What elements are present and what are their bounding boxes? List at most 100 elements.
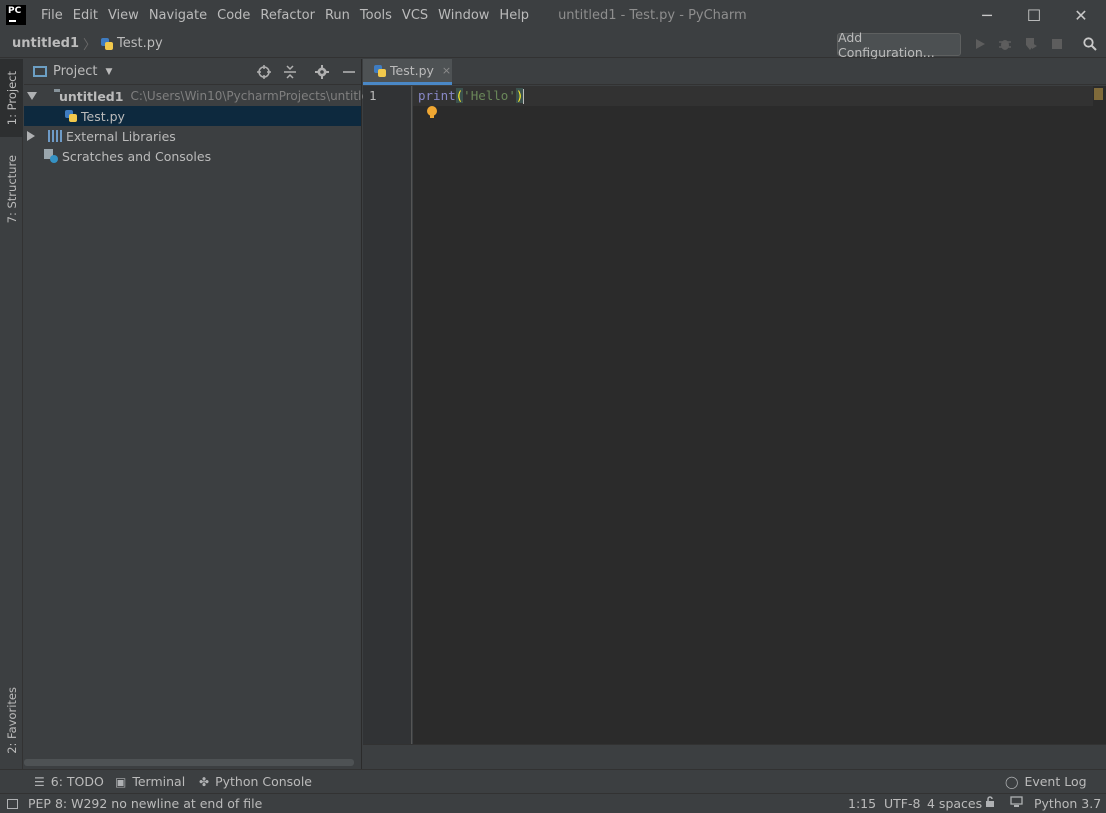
status-message[interactable]: PEP 8: W292 no newline at end of file [7,796,262,811]
menu-code[interactable]: Code [212,8,255,23]
tree-item-external-libraries[interactable]: External Libraries [24,126,361,146]
editor-tab-label: Test.py [390,63,434,78]
editor-tab-test-py[interactable]: Test.py × [363,59,452,85]
indent-setting[interactable]: 4 spaces [927,796,982,811]
gear-icon[interactable] [314,64,330,80]
tool-windows-toggle-icon[interactable] [7,798,18,809]
python-console-label: Python Console [215,774,312,789]
editor-gutter: 1 [363,86,412,744]
code-editor[interactable]: print('Hello') [413,86,1106,744]
text-cursor [523,89,525,104]
list-icon: ☰ [34,774,45,789]
code-string: 'Hello' [463,88,516,103]
stop-icon[interactable] [1049,36,1065,52]
tree-item-scratches[interactable]: Scratches and Consoles [24,146,361,166]
tree-item-label: untitled1 [59,88,124,104]
code-line[interactable]: print('Hello') [418,88,525,104]
editor-tab-bar: Test.py × [363,59,1106,85]
lightbulb-icon[interactable] [427,106,437,119]
editor-bottom-area [363,744,1106,769]
tool-tab-favorites[interactable]: 2: Favorites [0,679,23,761]
code-function: print [418,88,456,103]
menu-window[interactable]: Window [433,8,494,23]
add-configuration-button[interactable]: Add Configuration... [837,30,961,60]
event-log-icon: ◯ [1005,774,1019,789]
lock-icon[interactable] [984,796,996,808]
interpreter-icon[interactable] [1010,796,1023,808]
breadcrumb-project[interactable]: untitled1 [12,36,79,51]
tool-tab-favorites-label: 2: Favorites [4,686,19,754]
tool-window-bar: ☰ 6: TODO ▣ Terminal ✤ Python Console ◯ … [0,769,1106,793]
run-icon[interactable] [972,36,988,52]
main-menu: File Edit View Navigate Code Refactor Ru… [36,0,534,30]
expand-arrow-icon[interactable] [27,92,37,100]
tool-tab-structure-label: 7: Structure [4,154,19,224]
debug-icon[interactable] [997,36,1013,52]
terminal-label: Terminal [132,774,186,789]
scratches-icon [44,149,58,163]
menu-help[interactable]: Help [494,8,534,23]
event-log-tool-button[interactable]: ◯ Event Log [1005,774,1087,789]
python-interpreter[interactable]: Python 3.7 [1034,796,1101,811]
left-tool-strip: 1: Project 7: Structure 2: Favorites [0,59,23,769]
python-file-icon [373,64,387,78]
logo-text: PC [8,6,22,16]
minimize-button[interactable]: ─ [964,0,1010,30]
locate-icon[interactable] [256,64,272,80]
chevron-down-icon[interactable]: ▼ [105,67,112,77]
status-bar: PEP 8: W292 no newline at end of file 1:… [0,793,1106,813]
tool-tab-structure[interactable]: 7: Structure [0,149,23,229]
python-console-tool-button[interactable]: ✤ Python Console [199,774,312,789]
tree-item-project-root[interactable]: untitled1 C:\Users\Win10\PycharmProjects… [24,86,384,106]
event-log-label: Event Log [1024,774,1087,789]
horizontal-scrollbar[interactable] [24,759,354,766]
project-view-icon [33,66,47,77]
tree-item-label: External Libraries [66,128,176,144]
navigation-bar: untitled1 〉 Test.py Add Configuration... [0,30,1106,60]
pycharm-logo-icon: PC [6,5,26,25]
menu-navigate[interactable]: Navigate [144,8,212,23]
status-message-text: PEP 8: W292 no newline at end of file [28,796,263,811]
hide-icon[interactable] [341,64,357,80]
tree-item-label: Scratches and Consoles [62,148,212,164]
python-file-icon [64,109,78,123]
caret-position[interactable]: 1:15 [848,796,876,811]
menu-refactor[interactable]: Refactor [255,8,320,23]
todo-label: 6: TODO [50,774,104,789]
tool-tab-project[interactable]: 1: Project [0,59,23,137]
python-icon: ✤ [199,774,210,789]
collapse-all-icon[interactable] [282,64,298,80]
menu-edit[interactable]: Edit [68,8,103,23]
inspection-marker-icon[interactable] [1094,88,1103,100]
code-close-paren: ) [515,88,524,103]
breadcrumb-file[interactable]: Test.py [117,36,163,51]
menu-view[interactable]: View [103,8,144,23]
breadcrumb-separator: 〉 [83,38,97,53]
title-bar: PC File Edit View Navigate Code Refactor… [0,0,1106,30]
file-encoding[interactable]: UTF-8 [884,796,920,811]
terminal-tool-button[interactable]: ▣ Terminal [115,774,185,789]
tree-item-label: Test.py [81,108,125,124]
coverage-icon[interactable] [1023,36,1039,52]
menu-file[interactable]: File [36,8,68,23]
todo-tool-button[interactable]: ☰ 6: TODO [34,774,104,789]
line-number: 1 [369,88,377,103]
library-icon [48,130,62,142]
project-panel-header: Project ▼ [24,59,361,85]
project-tool-window: Project ▼ untitled1 C:\Users\Win10\Pycha… [24,59,384,769]
window-title: untitled1 - Test.py - PyCharm [558,7,747,23]
search-icon[interactable] [1082,36,1098,52]
close-window-button[interactable]: ✕ [1058,0,1104,30]
menu-run[interactable]: Run [320,8,355,23]
menu-tools[interactable]: Tools [355,8,397,23]
close-tab-icon[interactable]: × [442,64,451,77]
menu-vcs[interactable]: VCS [397,8,433,23]
tree-item-test-py[interactable]: Test.py [24,106,361,126]
expand-arrow-icon[interactable] [27,131,35,141]
project-view-selector[interactable]: Project [53,64,97,79]
project-path: C:\Users\Win10\PycharmProjects\untitled1 [130,89,384,103]
tool-tab-project-label: 1: Project [4,70,19,126]
python-file-icon [100,37,114,51]
terminal-icon: ▣ [115,774,127,789]
maximize-button[interactable]: ☐ [1011,0,1057,30]
